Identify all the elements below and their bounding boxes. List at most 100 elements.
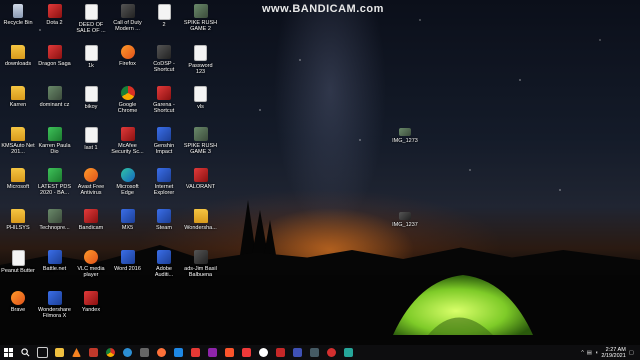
orange-icon bbox=[11, 291, 25, 305]
desktop-icon-label: downloads bbox=[4, 61, 32, 67]
desktop-icon-kmsauto-net-201[interactable]: KMSAuto Net 201... bbox=[1, 127, 35, 155]
edge-taskbar-icon[interactable] bbox=[121, 346, 134, 359]
task-view-icon[interactable] bbox=[36, 346, 49, 359]
vlc-taskbar-icon[interactable] bbox=[70, 346, 83, 359]
folder-icon bbox=[11, 127, 25, 141]
desktop-icon-mcafee-security-sc[interactable]: McAfee Security Sc... bbox=[111, 127, 145, 155]
brave-taskbar-icon[interactable] bbox=[223, 346, 236, 359]
desktop-icon-downloads[interactable]: downloads bbox=[1, 45, 35, 67]
desktop-icon-label: Firefox bbox=[119, 61, 136, 67]
desktop-icon-steam[interactable]: Steam bbox=[147, 209, 181, 231]
desktop-icon-label: Adobe Auditi... bbox=[154, 266, 174, 278]
file-icon bbox=[84, 45, 98, 61]
windows-icon[interactable] bbox=[2, 346, 15, 359]
desktop-icon-img-1237[interactable]: IMG_1237 bbox=[388, 212, 422, 228]
desktop-icon-vlc-media-player[interactable]: VLC media player bbox=[74, 250, 108, 278]
desktop-icon-word-2016[interactable]: Word 2016 bbox=[111, 250, 145, 272]
tree-silhouettes bbox=[240, 200, 276, 255]
app-taskbar-icon-3[interactable] bbox=[189, 346, 202, 359]
file-explorer-taskbar-icon[interactable] bbox=[53, 346, 66, 359]
desktop-icon-wondersha[interactable]: Wondersha... bbox=[184, 209, 218, 231]
app-icon bbox=[120, 250, 135, 264]
app-taskbar-icon-4[interactable] bbox=[206, 346, 219, 359]
desktop-icon-battle-net[interactable]: Battle.net bbox=[38, 250, 72, 272]
desktop-icon-codsp-shortcut[interactable]: CoDSP - Shortcut bbox=[147, 45, 181, 73]
app-taskbar-icon[interactable] bbox=[87, 346, 100, 359]
desktop-icon-valorant[interactable]: VALORANT bbox=[184, 168, 218, 190]
desktop-icon-2[interactable]: 2 bbox=[147, 4, 181, 28]
desktop-icon-vls[interactable]: vls bbox=[184, 86, 218, 110]
file-icon bbox=[84, 86, 98, 102]
desktop-icon-dragon-saga[interactable]: Dragon Saga bbox=[38, 45, 72, 67]
desktop-icon-1k[interactable]: 1k bbox=[74, 45, 108, 69]
desktop-icon-peanut-butter[interactable]: Peanut Butter bbox=[1, 250, 35, 274]
yandex-taskbar-icon[interactable] bbox=[257, 346, 270, 359]
edge-icon bbox=[120, 168, 135, 182]
desktop-icon-firefox[interactable]: Firefox bbox=[111, 45, 145, 67]
desktop-icon-adobe-auditi[interactable]: Adobe Auditi... bbox=[147, 250, 181, 278]
app-taskbar-icon-7[interactable] bbox=[308, 346, 321, 359]
network-icon[interactable]: ▤ bbox=[587, 350, 592, 356]
desktop-icon-label: bikoy bbox=[84, 104, 98, 110]
desktop-icon-password-123[interactable]: Password 123 bbox=[184, 45, 218, 75]
desktop-icon-internet-explorer[interactable]: Internet Explorer bbox=[147, 168, 181, 196]
app-taskbar-icon-8[interactable] bbox=[342, 346, 355, 359]
desktop-icon-genshin-impact[interactable]: Genshin Impact bbox=[147, 127, 181, 155]
desktop-icon-yandex[interactable]: Yandex bbox=[74, 291, 108, 313]
image-file-icon bbox=[399, 212, 411, 220]
desktop-icon-technopre[interactable]: Technopre... bbox=[38, 209, 72, 231]
desktop-icon-img-1273[interactable]: IMG_1273 bbox=[388, 128, 422, 144]
desktop-icon-ads-jim-basil-balbuena[interactable]: ads-Jim Basil Balbuena bbox=[184, 250, 218, 278]
dark-icon bbox=[193, 250, 208, 264]
search-icon[interactable] bbox=[19, 346, 32, 359]
desktop-icon-karren[interactable]: Karren bbox=[1, 86, 35, 108]
red-icon bbox=[157, 86, 171, 100]
desktop-icon-call-of-duty-modern[interactable]: Call of Duty Modern ... bbox=[111, 4, 145, 32]
chrome-taskbar-icon[interactable] bbox=[104, 346, 117, 359]
desktop-icon-bikoy[interactable]: bikoy bbox=[74, 86, 108, 110]
desktop-icon-spike-rush-game-2[interactable]: SPIKE RUSH GAME 2 bbox=[184, 4, 218, 32]
folder-icon bbox=[11, 86, 25, 100]
desktop-icon-deed-of-sale-of[interactable]: DEED OF SALE OF ... bbox=[74, 4, 108, 34]
file-icon bbox=[194, 45, 207, 61]
file-icon bbox=[11, 250, 25, 266]
desktop-icon-avast-free-antivirus[interactable]: Avast Free Antivirus bbox=[74, 168, 108, 196]
desktop-icon-mx5[interactable]: MX5 bbox=[111, 209, 145, 231]
camera-taskbar-icon[interactable] bbox=[138, 346, 151, 359]
desktop-icon-label: DEED OF SALE OF ... bbox=[76, 22, 106, 34]
desktop-icon-bandicam[interactable]: Bandicam bbox=[74, 209, 108, 231]
desktop-icon-wondershare-filmora-x[interactable]: Wondershare Filmora X bbox=[38, 291, 72, 319]
desktop-icon-recycle-bin[interactable]: Recycle Bin bbox=[1, 4, 35, 26]
notification-icon[interactable]: ▢ bbox=[629, 350, 634, 356]
firefox-taskbar-icon[interactable] bbox=[155, 346, 168, 359]
app-icon bbox=[157, 209, 171, 223]
chevron-up-icon[interactable]: ^ bbox=[581, 350, 584, 356]
app-taskbar-icon-6[interactable] bbox=[291, 346, 304, 359]
desktop-icon-dominant-cz[interactable]: dominant cz bbox=[38, 86, 72, 108]
volume-icon[interactable]: ◖ bbox=[595, 350, 598, 356]
desktop-icon-karren-paula-dio[interactable]: Karren Paula Dio bbox=[38, 127, 72, 155]
green-icon bbox=[47, 168, 62, 182]
desktop-icon-microsoft[interactable]: Microsoft bbox=[1, 168, 35, 190]
app-taskbar-icon-5[interactable] bbox=[274, 346, 287, 359]
desktop-icon-latest-pds-2020-ba[interactable]: LATEST PDS 2020 - BA... bbox=[38, 168, 72, 196]
desktop-icon-last-1[interactable]: last 1 bbox=[74, 127, 108, 151]
orange-icon bbox=[84, 250, 98, 264]
app-taskbar-icon-2[interactable] bbox=[172, 346, 185, 359]
desktop-icon-garena-shortcut[interactable]: Garena - Shortcut bbox=[147, 86, 181, 114]
desktop-icon-label: last 1 bbox=[84, 145, 98, 151]
clock[interactable]: 2:27 AM 2/19/2021 bbox=[601, 347, 625, 359]
desktop-icon-brave[interactable]: Brave bbox=[1, 291, 35, 313]
desktop-icon-label: LATEST PDS 2020 - BA... bbox=[37, 184, 72, 196]
vivaldi-taskbar-icon[interactable] bbox=[240, 346, 253, 359]
app-icon bbox=[157, 250, 171, 264]
desktop-icon-dota-2[interactable]: Dota 2 bbox=[38, 4, 72, 26]
desktop-icon-label: Wondersha... bbox=[184, 225, 217, 231]
desktop-icon-spike-rush-game-3[interactable]: SPIKE RUSH GAME 3 bbox=[184, 127, 218, 155]
desktop-icon-microsoft-edge[interactable]: Microsoft Edge bbox=[111, 168, 145, 196]
desktop-icon-philsys[interactable]: PHILSYS bbox=[1, 209, 35, 231]
desktop-icon-google-chrome[interactable]: Google Chrome bbox=[111, 86, 145, 114]
system-tray: ^ ▤ ◖ 2:27 AM 2/19/2021 ▢ bbox=[581, 345, 634, 360]
bandicam-taskbar-icon[interactable] bbox=[325, 346, 338, 359]
desktop-icon-label: Dragon Saga bbox=[38, 61, 71, 67]
